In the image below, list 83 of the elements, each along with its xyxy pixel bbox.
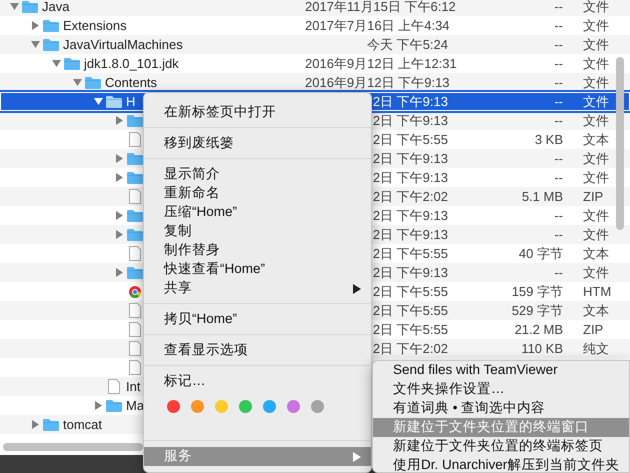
menu-item[interactable]: 标记… <box>144 372 371 391</box>
file-size: -- <box>554 18 563 33</box>
menu-item[interactable]: 新建位于文件夹位置的终端标签页 <box>373 437 629 456</box>
file-size: -- <box>554 226 563 242</box>
date-modified: 2日 下午5:55 <box>372 322 448 337</box>
date-modified: 2日 下午9:13 <box>372 170 448 185</box>
date-modified: 2日 下午5:55 <box>372 246 448 261</box>
file-size: -- <box>554 74 563 90</box>
date-modified: 2日 下午5:55 <box>372 284 448 299</box>
menu-item[interactable]: 压缩“Home” <box>144 203 371 222</box>
date-modified: 2日 下午9:13 <box>372 264 448 280</box>
menu-item[interactable]: 显示简介 <box>144 165 371 184</box>
date-modified: 2日 下午2:02 <box>372 340 448 356</box>
file-size: -- <box>554 94 563 109</box>
file-size: -- <box>554 56 563 71</box>
file-size: 110 KB <box>521 340 563 356</box>
file-kind: 纯文 <box>583 340 609 356</box>
menu-item[interactable]: 在新标签页中打开 <box>144 103 371 122</box>
date-modified: 2日 下午9:13 <box>372 150 448 166</box>
file-kind: 文件 <box>583 56 609 71</box>
file-kind: 文件 <box>583 94 609 109</box>
menu-item[interactable]: 共享 <box>144 279 371 298</box>
folder-name: tomcat <box>63 416 102 434</box>
file-kind: 文件 <box>583 170 609 185</box>
folder-name: Extensions <box>63 16 127 35</box>
file-size: -- <box>554 170 563 185</box>
menu-item[interactable]: 查看显示选项 <box>144 341 371 360</box>
date-modified: 2日 下午2:02 <box>372 188 448 204</box>
file-kind: 文件 <box>583 208 609 223</box>
file-name: Int <box>126 378 140 396</box>
menu-item[interactable]: 拷贝“Home” <box>144 310 371 329</box>
date-modified: 2017年7月16日 上午4:34 <box>305 18 450 33</box>
file-kind: 文件 <box>583 74 609 90</box>
file-size: -- <box>554 208 563 223</box>
file-kind: 文本 <box>583 302 609 318</box>
menu-item[interactable]: 移到废纸篓 <box>144 134 371 153</box>
date-modified: 2016年9月12日 上午12:31 <box>305 56 457 71</box>
date-modified: 2日 下午9:13 <box>372 208 448 223</box>
file-kind: 文本 <box>583 132 609 147</box>
date-modified: 2016年9月12日 下午9:13 <box>305 74 450 90</box>
date-modified: 2017年11月15日 下午6:12 <box>305 0 456 14</box>
file-kind: 文件 <box>583 226 609 242</box>
folder-name: JavaVirtualMachines <box>63 36 183 54</box>
file-kind: 文件 <box>583 36 609 52</box>
file-kind: ZIP <box>583 188 604 204</box>
file-size: 159 字节 <box>512 284 563 299</box>
folder-name: jdk1.8.0_101.jdk <box>84 54 179 73</box>
date-modified: 2日 下午9:13 <box>372 112 448 128</box>
menu-item[interactable]: 使用Dr. Unarchiver解压到当前文件夹 <box>373 456 629 473</box>
file-size: 5.1 MB <box>522 188 563 204</box>
folder-name: Contents <box>105 74 158 92</box>
date-modified: 2日 下午9:13 <box>372 226 448 242</box>
file-kind: ZIP <box>583 322 604 337</box>
file-kind: HTM <box>583 284 612 299</box>
menu-item[interactable]: Send files with TeamViewer <box>373 361 629 380</box>
menu-item[interactable]: 有道词典 • 查询选中内容 <box>373 399 629 418</box>
file-size: 40 字节 <box>518 246 563 261</box>
menu-item[interactable]: 重新命名 <box>144 184 371 203</box>
file-size: -- <box>554 150 563 166</box>
file-kind: 文件 <box>583 264 609 280</box>
date-modified: 2日 下午5:55 <box>372 132 448 147</box>
date-modified: 2日 下午9:13 <box>372 94 448 109</box>
folder-name: H <box>126 92 136 111</box>
file-kind: 文本 <box>583 246 609 261</box>
menu-item[interactable]: 快速查看“Home” <box>144 260 371 279</box>
file-kind: 文件 <box>583 112 609 128</box>
date-modified: 今天 下午5:24 <box>367 36 448 52</box>
file-size: 3 KB <box>534 132 563 147</box>
file-size: 21.2 MB <box>514 322 563 337</box>
file-kind: 文件 <box>583 18 609 33</box>
file-size: -- <box>554 0 563 14</box>
file-size: 529 字节 <box>512 302 563 318</box>
menu-item[interactable]: 制作替身 <box>144 241 371 260</box>
folder-name: Java <box>42 0 70 16</box>
menu-item[interactable]: 文件夹操作设置… <box>373 380 629 399</box>
file-kind: 文件 <box>583 0 609 14</box>
folder-name: Ma <box>126 396 144 415</box>
date-modified: 2日 下午5:55 <box>372 302 448 318</box>
file-kind: 文件 <box>583 150 609 166</box>
menu-item[interactable]: 复制 <box>144 222 371 241</box>
file-size: -- <box>554 36 563 52</box>
file-size: -- <box>554 264 563 280</box>
file-size: -- <box>554 112 563 128</box>
